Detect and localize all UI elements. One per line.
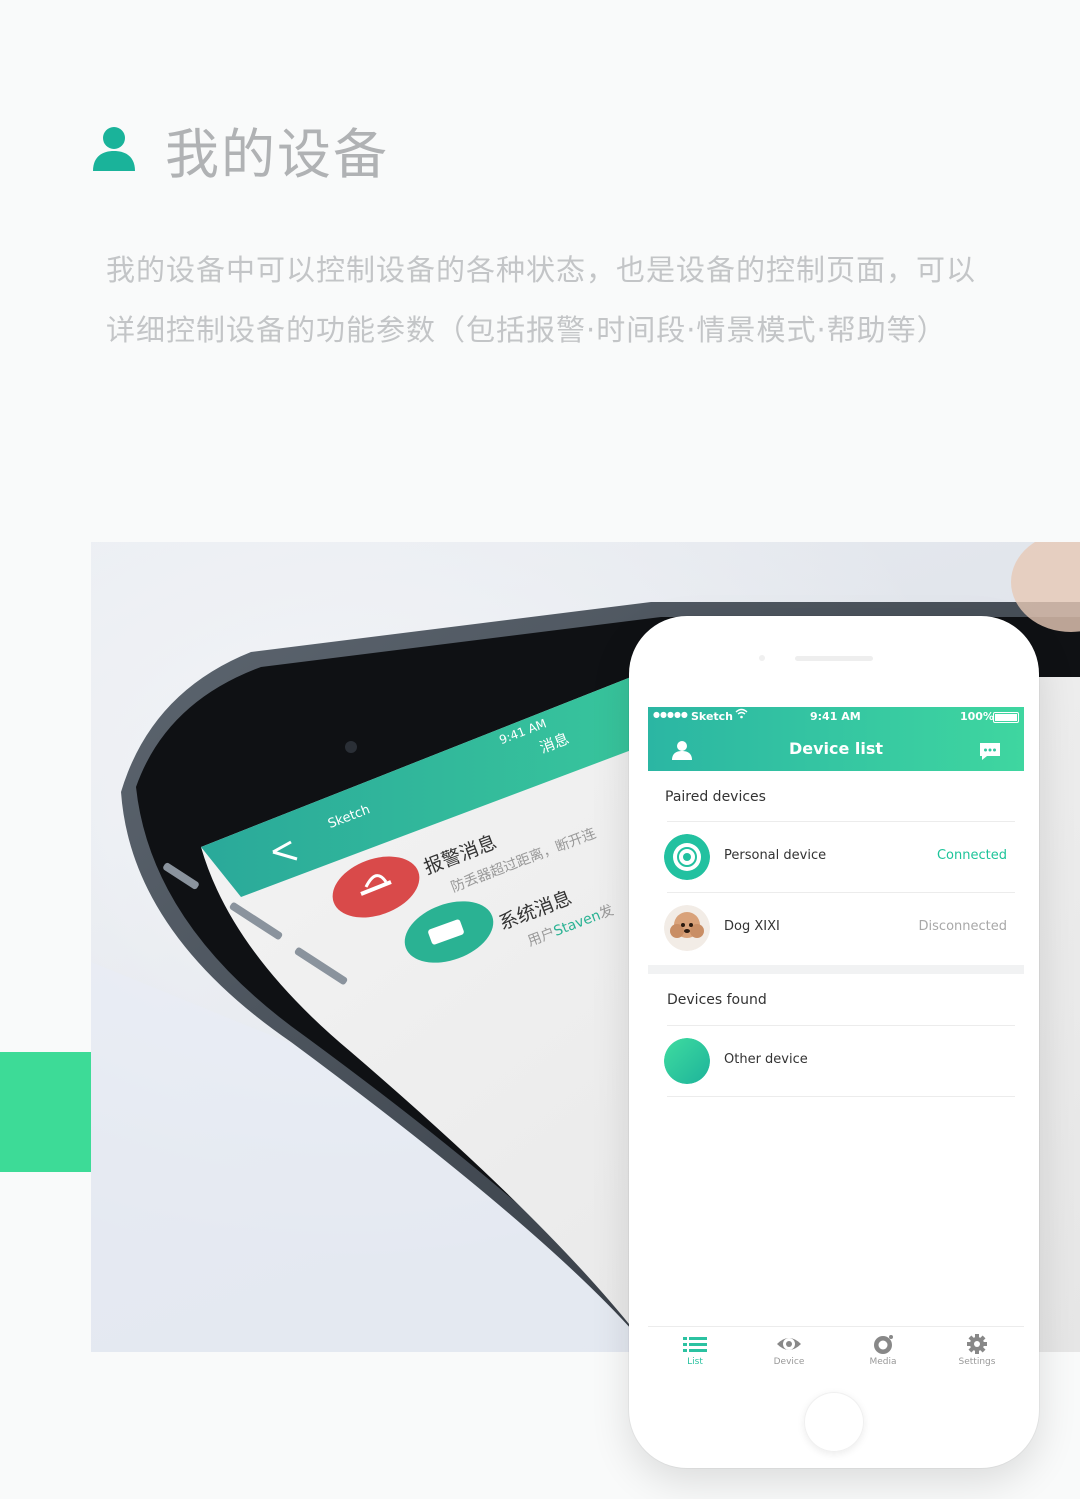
phone-camera <box>759 655 765 661</box>
wifi-icon <box>735 708 748 722</box>
nav-title: Device list <box>788 739 884 758</box>
status-bar: ●●●●● Sketch 9:41 AM 100% <box>648 707 1024 725</box>
nav-bar: ●●●●● Sketch 9:41 AM 100% Device list <box>648 707 1024 771</box>
status-badge: Disconnected <box>918 919 1007 934</box>
device-row-dog[interactable]: Dog XIXI Disconnected <box>648 893 1024 963</box>
tab-label: Device <box>773 1357 805 1367</box>
description-line-2: 详细控制设备的功能参数（包括报警·时间段·情景模式·帮助等） <box>106 313 947 347</box>
tab-label: List <box>687 1357 703 1367</box>
tab-bar: List Device Media Settings <box>648 1326 1024 1379</box>
device-name: Other device <box>724 1052 808 1067</box>
page-title: 我的设备 <box>165 123 389 186</box>
green-circle-icon <box>664 1038 710 1084</box>
tab-list[interactable]: List <box>648 1333 742 1367</box>
gear-icon <box>967 1334 987 1354</box>
media-icon <box>874 1335 893 1354</box>
device-row-other[interactable]: Other device <box>648 1026 1024 1096</box>
device-icon <box>664 834 710 880</box>
signal-icon: ●●●●● <box>653 710 688 719</box>
tab-media[interactable]: Media <box>836 1333 930 1367</box>
accent-block <box>0 1052 91 1172</box>
status-time: 9:41 AM <box>810 710 861 723</box>
section-separator <box>648 965 1024 974</box>
phone-screen: ●●●●● Sketch 9:41 AM 100% Device list Pa… <box>648 707 1024 1379</box>
home-button[interactable] <box>804 1392 864 1452</box>
eye-icon <box>777 1338 801 1350</box>
list-icon <box>683 1337 707 1352</box>
status-badge: Connected <box>936 848 1007 863</box>
devices-found-title: Devices found <box>667 992 767 1008</box>
device-row-personal[interactable]: Personal device Connected <box>648 822 1024 892</box>
tab-label: Settings <box>958 1357 996 1367</box>
battery-icon <box>993 712 1019 723</box>
phone-speaker <box>795 656 873 661</box>
phone-mockup: ●●●●● Sketch 9:41 AM 100% Device list Pa… <box>629 616 1039 1468</box>
device-name: Dog XIXI <box>724 919 780 934</box>
user-icon <box>93 127 135 171</box>
tab-device[interactable]: Device <box>742 1333 836 1367</box>
paired-devices-title: Paired devices <box>665 789 766 805</box>
chat-bubble-icon[interactable] <box>978 741 1002 761</box>
device-name: Personal device <box>724 848 827 863</box>
tab-settings[interactable]: Settings <box>930 1333 1024 1367</box>
divider <box>667 1096 1015 1097</box>
dog-photo <box>664 905 710 951</box>
tab-label: Media <box>869 1357 897 1367</box>
page-description: 我的设备中可以控制设备的各种状态，也是设备的控制页面，可以 详细控制设备的功能参… <box>106 240 1026 360</box>
battery-percent: 100% <box>960 710 994 723</box>
description-line-1: 我的设备中可以控制设备的各种状态，也是设备的控制页面，可以 <box>106 253 977 287</box>
status-carrier: Sketch <box>691 710 734 723</box>
